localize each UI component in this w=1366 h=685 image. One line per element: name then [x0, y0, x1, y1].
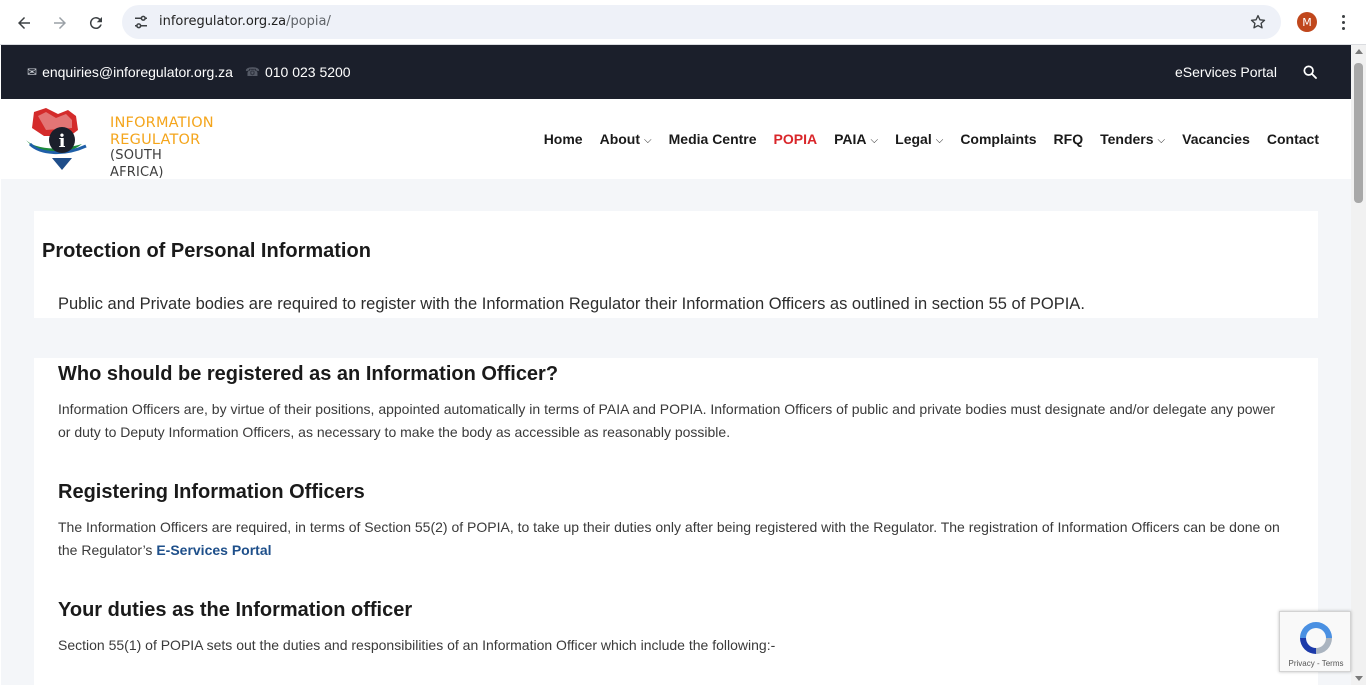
recaptcha-terms[interactable]: Privacy - Terms	[1280, 659, 1352, 668]
logo-line-2: REGULATOR	[110, 131, 201, 148]
logo-line-3: (SOUTH AFRICA)	[110, 148, 164, 180]
recaptcha-badge[interactable]: Privacy - Terms	[1279, 611, 1351, 672]
menu-item-rfq[interactable]: RFQ	[1054, 131, 1084, 147]
page-viewport: ✉ enquiries@inforegulator.org.za ☎ 010 0…	[1, 45, 1351, 685]
address-bar[interactable]: inforegulator.org.za/popia/	[122, 5, 1281, 39]
e-services-portal-link[interactable]: E-Services Portal	[156, 542, 271, 558]
browser-toolbar: inforegulator.org.za/popia/ M	[0, 0, 1366, 45]
phone-contact[interactable]: ☎ 010 023 5200	[245, 64, 351, 80]
menu-item-tenders[interactable]: Tenders ⌵	[1100, 131, 1165, 147]
url-text[interactable]: inforegulator.org.za/popia/	[159, 14, 331, 29]
menu-item-vacancies[interactable]: Vacancies	[1182, 131, 1250, 147]
menu-item-media-centre[interactable]: Media Centre	[669, 131, 757, 147]
url-host: inforegulator.org.za	[159, 14, 287, 29]
bookmark-star-icon[interactable]	[1249, 13, 1267, 31]
url-path: /popia/	[286, 14, 331, 29]
scroll-up-arrow-icon[interactable]	[1355, 49, 1363, 54]
eservices-portal-link[interactable]: eServices Portal	[1175, 64, 1277, 80]
more-menu-icon[interactable]	[1333, 12, 1353, 32]
section-heading-registering: Registering Information Officers	[58, 481, 365, 503]
recaptcha-icon	[1300, 622, 1332, 654]
site-header: i INFORMATION REGULATOR (SOUTH AFRICA) H…	[1, 99, 1351, 180]
section-text-registering: The Information Officers are required, i…	[58, 516, 1288, 562]
mail-icon: ✉	[27, 65, 38, 79]
chevron-down-icon[interactable]: ⌵	[644, 135, 652, 146]
information-regulator-emblem-icon: i	[26, 108, 87, 170]
scroll-down-arrow-icon[interactable]	[1355, 676, 1363, 681]
email-contact[interactable]: ✉ enquiries@inforegulator.org.za	[27, 64, 233, 80]
profile-avatar[interactable]: M	[1297, 12, 1317, 32]
menu-item-paia[interactable]: PAIA ⌵	[834, 131, 878, 147]
main-menu: Home About ⌵ Media Centre POPIA PAIA ⌵ Leg…	[544, 131, 1319, 147]
menu-item-complaints[interactable]: Complaints	[960, 131, 1036, 147]
menu-item-home[interactable]: Home	[544, 131, 583, 147]
site-logo[interactable]: i INFORMATION REGULATOR (SOUTH AFRICA)	[24, 106, 214, 180]
chevron-down-icon[interactable]: ⌵	[936, 135, 944, 146]
forward-arrow-icon[interactable]	[46, 9, 74, 37]
chevron-down-icon[interactable]: ⌵	[1158, 135, 1166, 146]
contact-topbar: ✉ enquiries@inforegulator.org.za ☎ 010 0…	[1, 45, 1351, 99]
logo-text: INFORMATION REGULATOR (SOUTH AFRICA)	[110, 115, 214, 181]
intro-card: Protection of Personal Information Publi…	[34, 211, 1318, 318]
menu-item-about[interactable]: About ⌵	[600, 131, 652, 147]
section-text-duties: Section 55(1) of POPIA sets out the duti…	[58, 637, 776, 653]
section-heading-who-registers: Who should be registered as an Informati…	[58, 363, 559, 385]
phone-text[interactable]: 010 023 5200	[265, 64, 351, 80]
menu-item-legal[interactable]: Legal ⌵	[895, 131, 943, 147]
phone-icon: ☎	[245, 65, 260, 79]
intro-text: Public and Private bodies are required t…	[58, 295, 1085, 313]
page-scrollbar[interactable]	[1351, 45, 1366, 685]
page-title: Protection of Personal Information	[42, 240, 371, 262]
section-text-who-registers: Information Officers are, by virtue of t…	[58, 401, 1276, 440]
reload-icon[interactable]	[82, 9, 110, 37]
site-settings-icon[interactable]	[132, 13, 150, 31]
svg-text:i: i	[59, 131, 66, 152]
search-icon[interactable]	[1302, 64, 1318, 80]
scrollbar-thumb[interactable]	[1354, 63, 1363, 203]
details-card: Who should be registered as an Informati…	[34, 358, 1318, 685]
back-arrow-icon[interactable]	[10, 9, 38, 37]
logo-line-1: INFORMATION	[110, 115, 214, 131]
email-text[interactable]: enquiries@inforegulator.org.za	[42, 64, 233, 80]
menu-item-contact[interactable]: Contact	[1267, 131, 1319, 147]
section-heading-duties: Your duties as the Information officer	[58, 599, 413, 621]
menu-item-popia[interactable]: POPIA	[774, 131, 818, 147]
chevron-down-icon[interactable]: ⌵	[871, 135, 879, 146]
